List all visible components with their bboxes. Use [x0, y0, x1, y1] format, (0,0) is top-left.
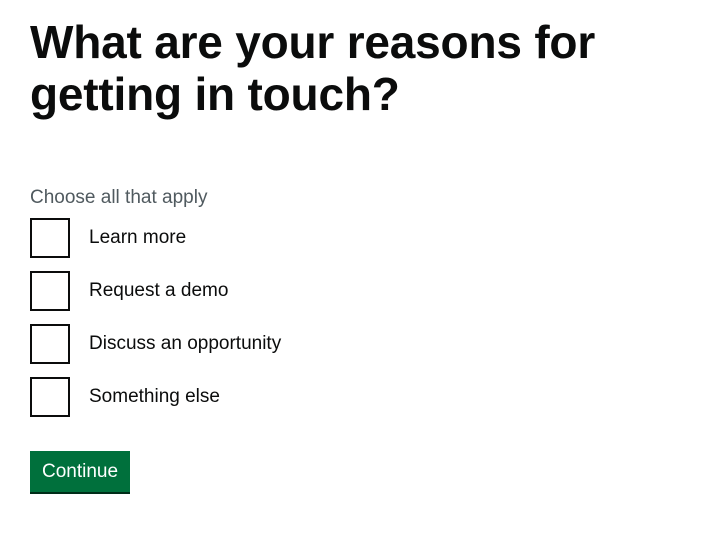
checkbox-item-something-else[interactable]: Something else — [30, 376, 690, 418]
page-title: What are your reasons for getting in tou… — [30, 16, 596, 120]
reasons-fieldset: Choose all that apply Learn more Request… — [30, 186, 690, 418]
continue-button[interactable]: Continue — [30, 451, 131, 492]
checkbox-discuss-opportunity[interactable] — [30, 324, 70, 364]
checkbox-item-learn-more[interactable]: Learn more — [30, 217, 690, 259]
checkbox-something-else[interactable] — [30, 377, 70, 417]
checkbox-item-discuss-opportunity[interactable]: Discuss an opportunity — [30, 323, 690, 365]
checkbox-item-request-demo[interactable]: Request a demo — [30, 270, 690, 312]
hint-text: Choose all that apply — [30, 187, 208, 208]
checkbox-label-request-demo[interactable]: Request a demo — [89, 279, 228, 303]
checkbox-label-learn-more[interactable]: Learn more — [89, 226, 186, 250]
checkbox-label-something-else[interactable]: Something else — [89, 385, 220, 409]
page-container: What are your reasons for getting in tou… — [30, 16, 690, 492]
checkbox-label-discuss-opportunity[interactable]: Discuss an opportunity — [89, 332, 281, 356]
checkbox-learn-more[interactable] — [30, 218, 70, 258]
checkbox-request-demo[interactable] — [30, 271, 70, 311]
